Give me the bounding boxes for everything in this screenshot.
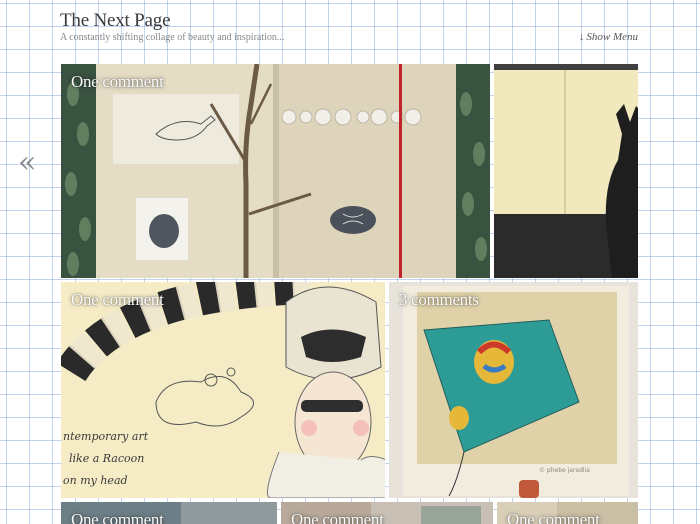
collage-image (61, 64, 490, 278)
show-menu-label: Show Menu (586, 31, 638, 43)
handwriting-line-3: on my head (63, 474, 128, 487)
post-tile-silhouette[interactable] (494, 64, 638, 278)
comment-count[interactable]: One comment (71, 510, 164, 524)
comment-count[interactable]: 3 comments (399, 290, 479, 310)
site-title[interactable]: The Next Page (60, 10, 171, 32)
site-header: The Next Page A constantly shifting coll… (60, 8, 640, 56)
previous-page-arrow[interactable]: « (18, 148, 36, 178)
comment-count[interactable]: One comment (71, 290, 164, 310)
post-tile-kite[interactable]: © phebe jaradlia 3 comments (389, 282, 638, 498)
post-tile-bottom-right[interactable]: One comment (497, 502, 638, 524)
arrow-down-icon: ↓ (578, 31, 585, 43)
silhouette-image (494, 64, 638, 278)
kite-polaroid-image: © phebe jaradlia (389, 282, 638, 498)
kite-photo-credit: © phebe jaradlia (539, 467, 590, 474)
post-tile-bottom-middle[interactable]: One comment (281, 502, 493, 524)
comment-count[interactable]: One comment (507, 510, 600, 524)
raccoon-drawing-image: ntemporary art like a Racoon on my head (61, 282, 385, 498)
show-menu-button[interactable]: ↓ Show Menu (579, 31, 638, 43)
post-tile-raccoon[interactable]: ntemporary art like a Racoon on my head … (61, 282, 385, 498)
handwriting-line-2: like a Racoon (69, 452, 144, 465)
comment-count[interactable]: One comment (71, 72, 164, 92)
post-tile-bottom-left[interactable]: One comment (61, 502, 277, 524)
comment-count[interactable]: One comment (291, 510, 384, 524)
post-tile-collage[interactable]: One comment (61, 64, 490, 278)
handwriting-line-1: ntemporary art (63, 430, 149, 443)
site-tagline: A constantly shifting collage of beauty … (60, 32, 285, 43)
